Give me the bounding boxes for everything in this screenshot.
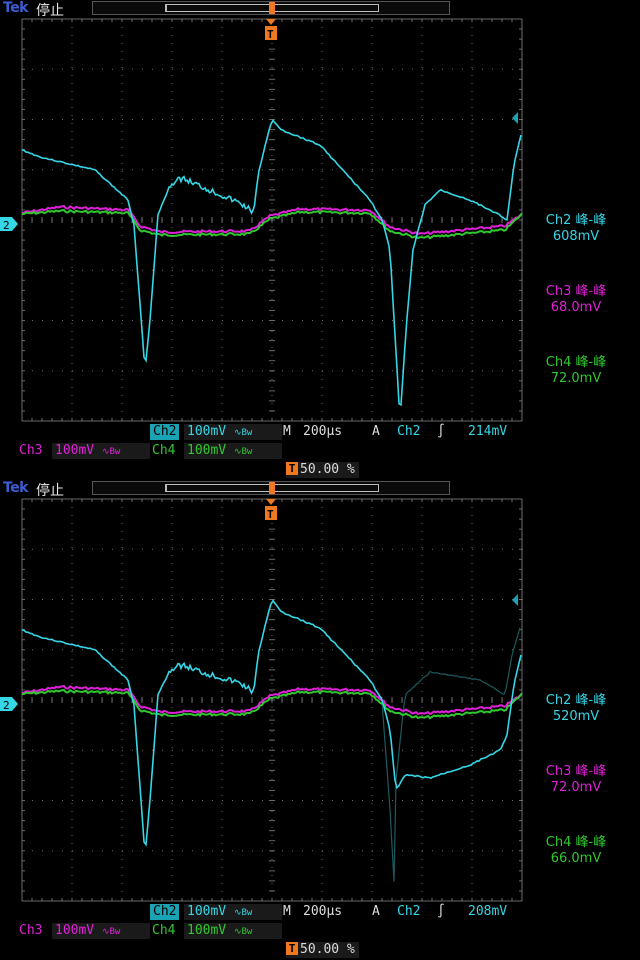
trigger-icon: T [286, 942, 298, 955]
measurement-ch4: Ch4 峰-峰 66.0mV [545, 835, 607, 866]
graticule [21, 498, 523, 902]
ch2-label[interactable]: Ch2 [150, 904, 180, 920]
trigger-position-readout[interactable]: T 50.00 % [286, 462, 359, 478]
ch2-waveform [21, 599, 522, 847]
measurement-ch3: Ch3 峰-峰 68.0mV [545, 284, 607, 315]
svg-text:T: T [267, 508, 274, 521]
trigger-slope-icon: ∫ [437, 904, 445, 919]
trigger-icon: T [286, 462, 298, 475]
trigger-mode: A [372, 904, 380, 919]
ch2-label[interactable]: Ch2 [150, 424, 180, 440]
measurement-ch4: Ch4 峰-峰 72.0mV [545, 355, 607, 386]
svg-text:2: 2 [3, 219, 10, 232]
svg-text:T: T [267, 28, 274, 41]
ch2-scale-box[interactable]: 100mV ∿Bw [184, 424, 282, 440]
scope-capture-top: Tek 停止 2 T Ch2 峰-峰 608mV Ch3 峰-峰 68.0mV … [0, 0, 640, 480]
timebase[interactable]: 200µs [303, 904, 342, 920]
status-row-2: Ch3 100mV ∿Bw Ch4 100mV ∿Bw [0, 923, 640, 941]
measurement-ch3: Ch3 峰-峰 72.0mV [545, 764, 607, 795]
graticule [21, 18, 523, 422]
trigger-position-marker[interactable]: T [265, 499, 277, 521]
trigger-slope-icon: ∫ [437, 424, 445, 439]
ch2-ground-marker[interactable]: 2 [0, 697, 18, 712]
ch4-label[interactable]: Ch4 [152, 923, 175, 939]
trigger-level[interactable]: 214mV [468, 424, 507, 440]
status-row-1: Ch2 100mV ∿Bw M 200µs A Ch2 ∫ 214mV [0, 424, 640, 442]
ch4-label[interactable]: Ch4 [152, 443, 175, 459]
ch3-scale-box[interactable]: 100mV ∿Bw [52, 443, 150, 459]
status-row-1: Ch2 100mV ∿Bw M 200µs A Ch2 ∫ 208mV [0, 904, 640, 922]
trigger-level-marker[interactable] [512, 112, 518, 124]
ch3-label[interactable]: Ch3 [19, 923, 42, 939]
ch2-ghost-trace [381, 627, 521, 882]
trigger-source[interactable]: Ch2 [397, 424, 420, 440]
measurement-ch2: Ch2 峰-峰 520mV [545, 693, 607, 724]
timebase-prefix: M [283, 424, 291, 439]
status-row-2: Ch3 100mV ∿Bw Ch4 100mV ∿Bw [0, 443, 640, 461]
status-row-3: T 50.00 % [0, 942, 640, 960]
svg-text:2: 2 [3, 699, 10, 712]
trigger-position-marker[interactable]: T [265, 19, 277, 41]
trigger-level-marker[interactable] [512, 594, 518, 606]
ch3-scale-box[interactable]: 100mV ∿Bw [52, 923, 150, 939]
trigger-source[interactable]: Ch2 [397, 904, 420, 920]
trigger-position-readout[interactable]: T 50.00 % [286, 942, 359, 958]
ch2-scale-box[interactable]: 100mV ∿Bw [184, 904, 282, 920]
ch4-scale-box[interactable]: 100mV ∿Bw [184, 443, 282, 459]
timebase-prefix: M [283, 904, 291, 919]
scope-capture-bottom: Tek 停止 2 T Ch2 峰-峰 520mV Ch3 峰-峰 72.0mV … [0, 480, 640, 960]
ch2-ground-marker[interactable]: 2 [0, 217, 18, 232]
trigger-mode: A [372, 424, 380, 439]
measurement-ch2: Ch2 峰-峰 608mV [545, 213, 607, 244]
ch3-label[interactable]: Ch3 [19, 443, 42, 459]
ch4-scale-box[interactable]: 100mV ∿Bw [184, 923, 282, 939]
trigger-level[interactable]: 208mV [468, 904, 507, 920]
timebase[interactable]: 200µs [303, 424, 342, 440]
status-row-3: T 50.00 % [0, 462, 640, 480]
